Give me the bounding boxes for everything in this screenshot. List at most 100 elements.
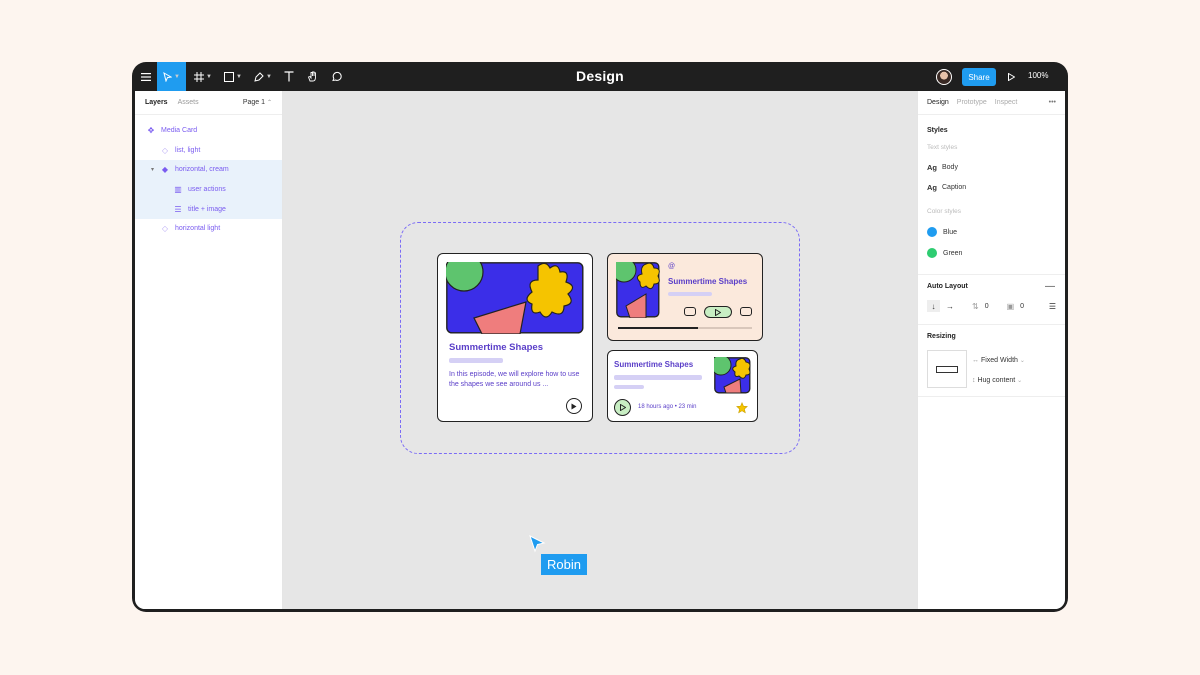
layer-label: horizontal light [175,225,221,233]
layer-horizontal-cream[interactable]: ▾ ◆ horizontal, cream [135,160,282,180]
chevron-down-icon: ⌃ [266,100,272,106]
resizing-section: Resizing ↔ Fixed Width ⌄ ↕ Hug content ⌄ [918,325,1065,397]
card-title: Summertime Shapes [614,360,694,369]
share-button[interactable]: Share [962,68,996,86]
layer-label: horizontal, cream [175,166,229,174]
layer-user-actions[interactable]: ▥ user actions [135,179,282,200]
play-icon [571,403,577,409]
app-window: ▼ ▼ ▼ ▼ Design Share 100% Layers Assets … [132,62,1068,612]
instance-icon: ◆ [161,165,169,175]
remove-auto-layout-icon[interactable]: — [1045,281,1055,292]
play-button[interactable] [704,306,732,318]
resizing-title: Resizing [927,333,956,340]
play-icon [619,404,626,411]
layer-label: Media Card [161,127,198,135]
styles-title: Styles [927,127,948,134]
workspace: Layers Assets Page 1 ⌃ ✥ Media Card ◇ list… [135,91,1065,609]
avatar[interactable] [936,69,952,85]
text-styles-label: Text styles [927,144,958,151]
present-button[interactable] [1004,62,1018,91]
document-title-text[interactable]: Design [576,68,624,84]
resizing-preview [927,350,967,388]
media-card-large[interactable]: Summertime Shapes In this episode, we wi… [437,253,593,422]
page-selector[interactable]: Page 1 ⌃ [243,99,272,106]
layer-title-image[interactable]: ☰ title + image [135,199,282,219]
design-canvas[interactable]: Summertime Shapes In this episode, we wi… [283,91,917,609]
tab-layers[interactable]: Layers [145,99,168,106]
text-style-caption[interactable]: Ag Caption [927,183,1056,192]
toolbar: ▼ ▼ ▼ ▼ Design Share 100% [132,62,1068,91]
layer-horizontal-light[interactable]: ◇ horizontal light [135,219,282,239]
layer-label: title + image [188,205,226,213]
star-icon[interactable] [736,402,748,414]
placeholder-bar [668,292,712,296]
tab-design[interactable]: Design [927,99,949,106]
vertical-direction-icon[interactable]: ↓ [927,300,940,312]
height-resizing-dropdown[interactable]: ↕ Hug content ⌄ [972,371,1025,391]
color-swatch [927,227,937,237]
media-card-small[interactable]: Summertime Shapes 18 hours ago • 23 min [607,350,758,422]
play-button[interactable] [566,398,582,414]
card-artwork [616,262,660,318]
card-title: Summertime Shapes [668,277,748,286]
tab-prototype[interactable]: Prototype [957,99,987,106]
horizontal-resize-icon: ↔ [972,357,981,364]
horizontal-direction-icon[interactable]: → [946,302,954,311]
layer-media-card[interactable]: ✥ Media Card [135,121,282,141]
document-title: Design [132,68,1068,84]
placeholder-bar [449,358,503,363]
placeholder-bar [614,385,644,389]
color-swatch [927,248,937,258]
zoom-level[interactable]: 100% [1028,71,1048,80]
chevron-down-icon[interactable]: ▾ [151,166,160,173]
progress-track [698,327,752,329]
placeholder-bar [614,375,702,380]
properties-panel: Design Prototype Inspect ••• Styles Text… [917,91,1065,609]
chevron-down-icon: ⌄ [1017,378,1023,384]
auto-layout-section: Auto Layout — ↓ → ⇅ 0 ▣ 0 ☰ [918,275,1065,325]
style-name: Caption [942,184,967,191]
style-name: Body [942,164,958,171]
layer-list-light[interactable]: ◇ list, light [135,141,282,161]
collaborator-label: Robin [541,554,587,575]
spacing-icon: ⇅ [972,301,979,311]
text-style-body[interactable]: Ag Body [927,163,1056,172]
align-icon[interactable]: ☰ [1049,302,1056,311]
card-artwork [714,357,751,394]
prev-button[interactable] [684,307,696,316]
color-styles-label: Color styles [927,208,961,215]
style-name: Blue [943,228,958,236]
card-meta: 18 hours ago • 23 min [638,404,697,410]
layer-label: list, light [175,146,201,154]
frame-icon: ▥ [174,185,182,195]
play-button[interactable] [614,399,631,416]
width-mode: Fixed Width [980,357,1018,364]
auto-layout-title: Auto Layout [927,283,968,290]
tab-assets[interactable]: Assets [178,99,199,106]
layer-label: user actions [188,186,226,194]
instance-icon: ◇ [161,224,169,234]
padding-icon: ▣ [1006,301,1015,311]
more-options-icon[interactable]: ••• [1049,99,1056,106]
color-style-blue[interactable]: Blue [927,227,1056,237]
height-mode: Hug content [977,377,1016,384]
media-card-frame[interactable]: Summertime Shapes In this episode, we wi… [400,222,800,454]
frame-icon: ☰ [174,204,182,214]
padding-value[interactable]: 0 [1020,303,1024,310]
progress-bar[interactable] [618,327,698,329]
media-card-cream[interactable]: @ Summertime Shapes [607,253,763,341]
tab-inspect[interactable]: Inspect [995,99,1018,106]
next-button[interactable] [740,307,752,316]
color-style-green[interactable]: Green [927,248,1056,258]
instance-icon: ◇ [161,145,169,155]
card-artwork [446,262,584,334]
component-icon: ✥ [147,126,155,136]
spacing-value[interactable]: 0 [985,303,989,310]
layers-panel: Layers Assets Page 1 ⌃ ✥ Media Card ◇ list… [135,91,283,609]
styles-section: Styles Text styles Ag Body Ag Caption Colo… [918,115,1065,275]
play-icon [715,308,721,316]
page-name: Page 1 [242,99,266,106]
width-resizing-dropdown[interactable]: ↔ Fixed Width ⌄ [972,351,1025,371]
text-style-icon: Ag [927,163,937,172]
card-title: Summertime Shapes [449,342,543,353]
